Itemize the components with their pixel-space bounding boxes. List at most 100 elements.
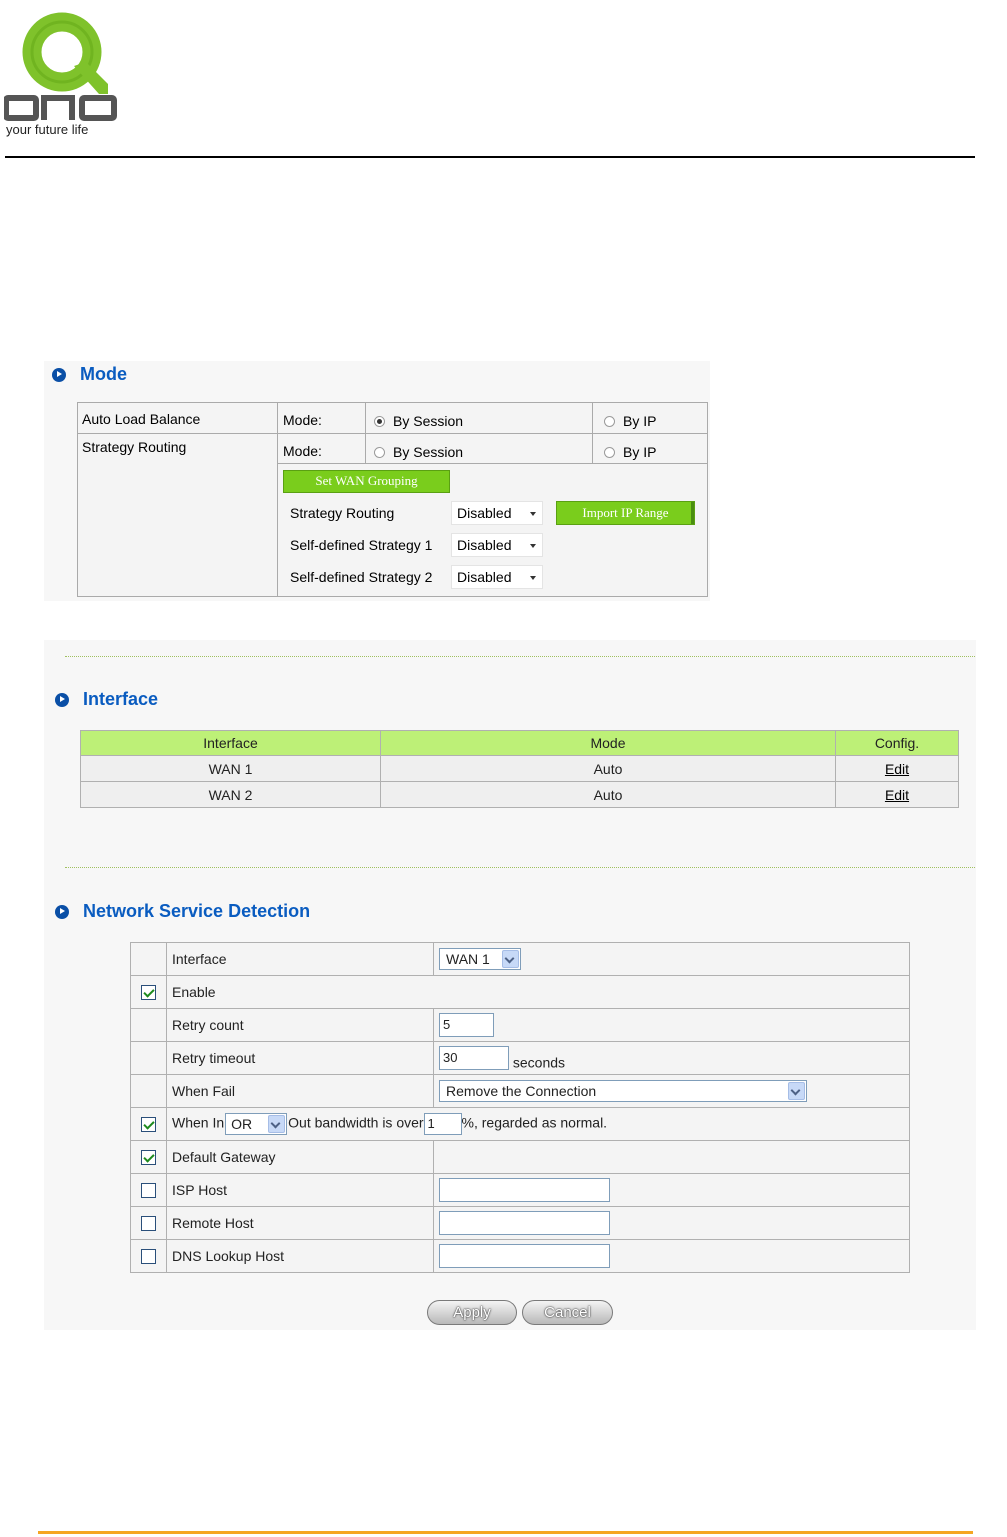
mode-section-header: Mode [52,364,127,385]
table-row: When Fail Remove the Connection [130,1074,910,1108]
set-wan-grouping-button[interactable]: Set WAN Grouping [283,470,450,493]
mode-label: Mode: [283,412,322,428]
chevron-down-icon [268,1115,286,1133]
qno-logo [4,12,117,121]
import-ip-range-button[interactable]: Import IP Range [556,501,695,525]
table-row: WAN 2 Auto Edit [80,781,959,808]
self-defined-strategy-2-label: Self-defined Strategy 2 [290,569,433,585]
self-defined-strategy-2-select[interactable]: Disabled [451,565,543,589]
retry-count-input[interactable]: 5 [439,1013,494,1037]
interface-cell: WAN 2 [80,781,381,808]
when-in-operator-select[interactable]: OR [225,1113,288,1135]
radio-icon [604,416,615,427]
interface-section-header: Interface [55,689,158,710]
section-divider [65,656,975,657]
default-gateway-label: Default Gateway [166,1140,434,1174]
section-divider [65,867,975,868]
strategy-routing-row-label: Strategy Routing [82,439,187,455]
remote-host-input[interactable] [439,1211,610,1235]
self-defined-strategy-1-value: Disabled [457,537,512,553]
header-divider [5,156,975,158]
retry-timeout-label: Retry timeout [166,1041,434,1075]
table-row: Remote Host [130,1206,910,1240]
network-service-detection-table: Interface WAN 1 Enable Retry count 5 Ret… [130,942,910,1273]
section-bullet-icon [55,904,69,919]
config-cell: Edit [835,781,959,808]
mode-cell: Auto [380,781,836,808]
when-in-suffix: %, regarded as normal. [461,1114,608,1131]
dns-lookup-host-label: DNS Lookup Host [166,1239,434,1273]
config-cell: Edit [835,755,959,782]
sr-by-ip-label: By IP [623,444,657,460]
interface-cell: WAN 1 [80,755,381,782]
table-row: Retry count 5 [130,1008,910,1042]
nsd-interface-select[interactable]: WAN 1 [439,948,521,970]
when-in-operator-value: OR [231,1116,253,1132]
strategy-routing-label: Strategy Routing [290,505,395,521]
when-fail-value: Remove the Connection [446,1083,597,1099]
mode-label: Mode: [283,443,322,459]
self-defined-strategy-1-select[interactable]: Disabled [451,533,543,557]
radio-icon [374,447,385,458]
edit-wan1-link[interactable]: Edit [885,761,909,777]
alb-by-session-label: By Session [393,413,464,429]
import-ip-range-label: Import IP Range [582,505,669,520]
self-defined-strategy-1-label: Self-defined Strategy 1 [290,537,433,553]
isp-host-label: ISP Host [166,1173,434,1207]
chevron-down-icon [530,576,536,580]
section-bullet-icon [52,367,66,382]
table-header-row: Interface Mode Config. [80,730,959,756]
sr-by-session-radio[interactable]: By Session [374,444,463,460]
when-in-middle-text: Out bandwidth is over [288,1114,424,1131]
interface-label: Interface [166,942,434,976]
strategy-routing-value: Disabled [457,505,512,521]
dns-lookup-host-checkbox[interactable] [141,1249,156,1265]
radio-icon [604,447,615,458]
alb-by-ip-label: By IP [623,413,657,429]
table-row: ISP Host [130,1173,910,1207]
when-in-checkbox[interactable] [141,1117,156,1133]
nsd-section-header: Network Service Detection [55,901,310,922]
col-header-mode: Mode [380,730,836,756]
strategy-routing-select[interactable]: Disabled [451,501,543,525]
table-row: Enable [130,975,910,1009]
default-gateway-checkbox[interactable] [141,1150,156,1166]
when-fail-select[interactable]: Remove the Connection [439,1080,807,1102]
sr-by-ip-radio[interactable]: By IP [604,444,656,460]
retry-timeout-input[interactable]: 30 [439,1045,509,1070]
remote-host-label: Remote Host [166,1206,434,1240]
alb-by-session-radio[interactable]: By Session [374,413,463,429]
table-row: Interface WAN 1 [130,942,910,976]
auto-load-balance-label: Auto Load Balance [82,411,201,427]
table-row: Default Gateway [130,1140,910,1174]
self-defined-strategy-2-value: Disabled [457,569,512,585]
apply-button[interactable]: Apply [427,1300,517,1325]
remote-host-checkbox[interactable] [141,1216,156,1232]
set-wan-grouping-label: Set WAN Grouping [315,473,418,488]
isp-host-input[interactable] [439,1178,610,1202]
cancel-button[interactable]: Cancel [522,1300,613,1325]
chevron-down-icon [530,544,536,548]
col-header-interface: Interface [80,730,381,756]
table-row: WAN 1 Auto Edit [80,755,959,782]
retry-count-label: Retry count [166,1008,434,1042]
table-row: DNS Lookup Host [130,1239,910,1273]
enable-checkbox[interactable] [141,985,156,1001]
col-header-config: Config. [835,730,959,756]
chevron-down-icon [502,950,519,968]
alb-by-ip-radio[interactable]: By IP [604,413,656,429]
logo-tagline: your future life [6,122,89,137]
interface-section-title: Interface [83,689,159,709]
table-row: When In OR Out bandwidth is over 1%, regard… [130,1107,910,1141]
isp-host-checkbox[interactable] [141,1183,156,1199]
interface-table: Interface Mode Config. WAN 1 Auto Edit W… [80,730,959,808]
mode-cell: Auto [380,755,836,782]
chevron-down-icon [530,512,536,516]
edit-wan2-link[interactable]: Edit [885,787,909,803]
bandwidth-percent-input[interactable]: 1 [423,1113,462,1135]
nsd-section-title: Network Service Detection [83,901,311,921]
enable-label: Enable [166,975,910,1009]
dns-lookup-host-input[interactable] [439,1244,610,1268]
mode-section-title: Mode [80,364,127,384]
when-in-prefix: When In [172,1114,225,1131]
